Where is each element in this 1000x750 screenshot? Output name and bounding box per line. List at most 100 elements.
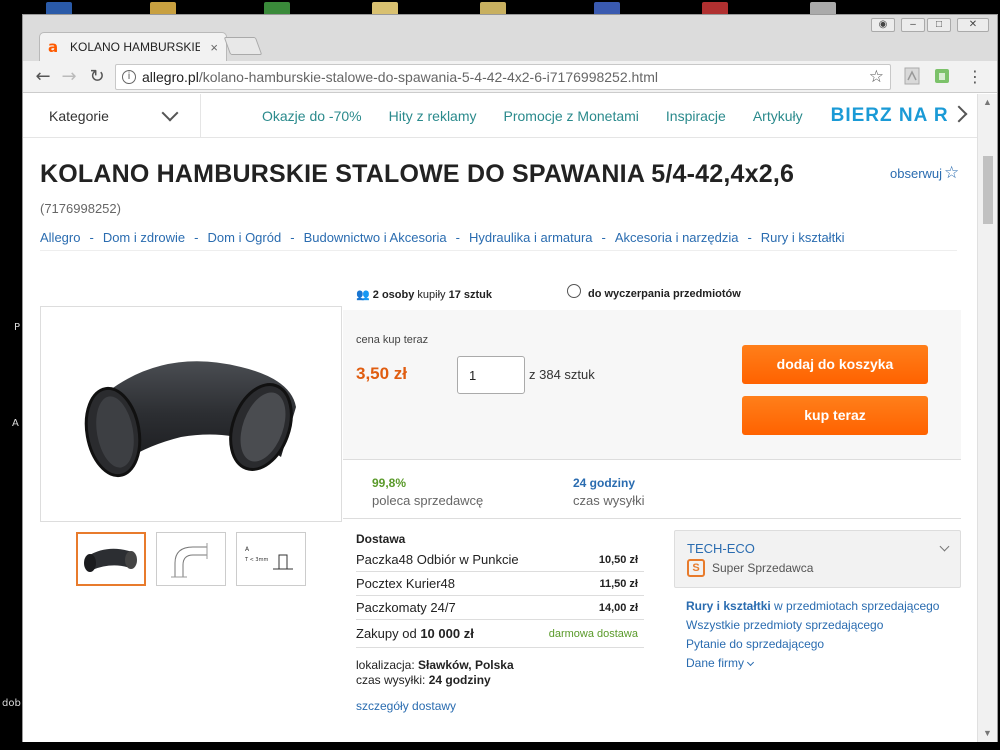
nav-link-hity[interactable]: Hity z reklamy [389,108,477,124]
back-arrow-icon[interactable]: ← [31,65,55,89]
super-seller-badge-icon: S [687,559,705,577]
nav-link-artykuly[interactable]: Artykuły [753,108,803,124]
categories-label: Kategorie [49,107,109,124]
reload-icon[interactable]: ↻ [85,65,109,89]
breadcrumb-separator: - [747,230,752,245]
seller-box[interactable]: TECH-ECO S Super Sprzedawca [674,530,961,588]
breadcrumb: Allegro - Dom i zdrowie - Dom i Ogród - … [40,230,845,245]
purchase-stats: 👥 2 osoby kupiły 17 sztuk [356,288,492,301]
browser-tab[interactable]: a KOLANO HAMBURSKIE S × [39,32,227,61]
quantity-input[interactable]: 1 [457,356,525,394]
nav-link-okazje[interactable]: Okazje do -70% [262,108,362,124]
delivery-option-name: Paczkomaty 24/7 [356,600,456,615]
breadcrumb-item[interactable]: Dom i zdrowie [103,230,185,245]
divider [40,250,957,251]
breadcrumb-item[interactable]: Dom i Ogród [208,230,282,245]
scroll-down-icon[interactable]: ▼ [983,728,992,738]
breadcrumb-item[interactable]: Allegro [40,230,80,245]
maximize-button[interactable]: □ [927,18,951,32]
close-icon[interactable]: × [210,40,218,55]
user-icon[interactable]: ◉ [871,18,895,32]
thumbnail-drawing[interactable] [156,532,226,586]
ship-time-value: 24 godziny [573,476,636,490]
categories-dropdown[interactable]: Kategorie [23,94,201,138]
nav-link-inspiracje[interactable]: Inspiracje [666,108,726,124]
delivery-option: Pocztex Kurier48 11,50 zł [356,572,644,596]
tab-strip: a KOLANO HAMBURSKIE S × ◉ – □ ✕ [23,15,997,61]
tab-title: KOLANO HAMBURSKIE S [70,40,200,54]
delivery-section: Dostawa Paczka48 Odbiór w Punkcie 10,50 … [356,532,644,713]
delivery-option-name: Paczka48 Odbiór w Punkcie [356,552,519,567]
close-window-button[interactable]: ✕ [957,18,989,32]
buy-now-button[interactable]: kup teraz [742,396,928,435]
breadcrumb-item[interactable]: Akcesoria i narzędzia [615,230,739,245]
offer-id: (7176998252) [40,201,121,216]
nav-link-promocje[interactable]: Promocje z Monetami [504,108,639,124]
desktop-label: A [12,418,19,429]
forward-arrow-icon[interactable]: → [57,65,81,89]
location-info: lokalizacja: Sławków, Polska czas wysyłk… [356,658,644,688]
super-seller-label: Super Sprzedawca [712,561,814,575]
free-shipping-label: darmowa dostawa [548,627,638,640]
delivery-option-price: 14,00 zł [598,601,638,614]
chevron-down-icon[interactable] [939,541,950,552]
delivery-option-price: 10,50 zł [598,553,638,566]
available-quantity: z 384 sztuk [529,367,595,382]
bought-text: kupiły [414,289,449,301]
ask-seller-link[interactable]: Pytanie do sprzedającego [686,635,939,654]
free-from-value: 10 000 zł [420,626,474,641]
ship-time-value: 24 godziny [428,673,491,687]
people-icon: 👥 [356,289,370,301]
info-icon[interactable]: i [122,70,136,84]
delivery-details-link[interactable]: szczegóły dostawy [356,699,644,713]
minimize-button[interactable]: – [901,18,925,32]
price: 3,50 zł [356,364,408,383]
seller-name[interactable]: TECH-ECO [687,541,755,556]
category-bar: Kategorie Okazje do -70% Hity z reklamy … [23,94,977,138]
divider [343,518,961,519]
pipe-elbow-image [84,361,296,478]
pdf-extension-icon[interactable] [903,67,921,85]
chevron-right-icon[interactable] [950,105,968,123]
company-data-link[interactable]: Dane firmy [686,654,939,673]
product-image[interactable] [40,306,342,522]
desktop-label: dob [2,698,21,709]
watch-link[interactable]: obserwuj [890,166,942,181]
promo-banner[interactable]: BIERZ NA R [831,105,947,127]
browser-toolbar: ← → ↻ i allegro.pl/kolano-hamburskie-sta… [23,61,997,93]
menu-dots-icon[interactable]: ⋮ [963,65,987,89]
ship-time-label: czas wysyłki: [356,673,429,687]
new-tab-button[interactable] [223,37,263,55]
offer-duration: do wyczerpania przedmiotów [588,288,741,300]
breadcrumb-item[interactable]: Hydraulika i armatura [469,230,593,245]
delivery-option-name: Pocztex Kurier48 [356,576,455,591]
thumbnail-dimensions[interactable]: A T < 3mm [236,532,306,586]
address-bar[interactable]: i allegro.pl/kolano-hamburskie-stalowe-d… [115,64,891,90]
free-shipping-row: Zakupy od 10 000 zł darmowa dostawa [356,620,644,648]
recommend-value: 99,8% [372,476,407,490]
page-content: Kategorie Okazje do -70% Hity z reklamy … [23,94,977,742]
evernote-extension-icon[interactable] [933,67,951,85]
breadcrumb-separator: - [194,230,199,245]
breadcrumb-item[interactable]: Budownictwo i Akcesoria [304,230,447,245]
star-icon[interactable]: ☆ [944,163,959,183]
scrollbar[interactable]: ▲ ▼ [977,94,997,742]
thumbnail-photo[interactable] [76,532,146,586]
url-text: allegro.pl/kolano-hamburskie-stalowe-do-… [142,69,658,85]
breadcrumb-separator: - [455,230,460,245]
breadcrumb-separator: - [290,230,295,245]
seller-category-link[interactable]: Rury i kształtki w przedmiotach sprzedaj… [686,597,939,616]
recommend-label: poleca sprzedawcę [372,493,484,508]
seller-all-items-link[interactable]: Wszystkie przedmioty sprzedającego [686,616,939,635]
delivery-option: Paczkomaty 24/7 14,00 zł [356,596,644,620]
breadcrumb-separator: - [601,230,606,245]
add-to-cart-button[interactable]: dodaj do koszyka [742,345,928,384]
delivery-option: Paczka48 Odbiór w Punkcie 10,50 zł [356,548,644,572]
scroll-thumb[interactable] [983,156,993,224]
bookmark-star-icon[interactable]: ☆ [869,67,884,87]
scroll-up-icon[interactable]: ▲ [983,97,992,107]
svg-text:T < 3mm: T < 3mm [244,557,268,563]
delivery-title: Dostawa [356,532,406,546]
buyers-count: 2 osoby [372,289,415,301]
breadcrumb-item[interactable]: Rury i kształtki [761,230,845,245]
